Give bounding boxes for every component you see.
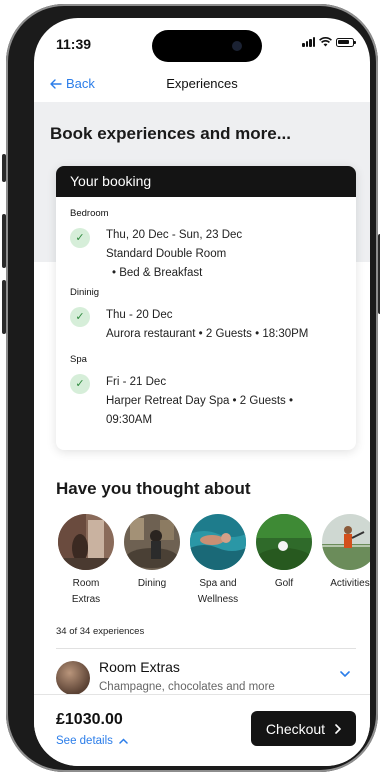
- room-extras-row[interactable]: Room Extras Champagne, chocolates and mo…: [56, 657, 356, 697]
- camera-icon: [232, 41, 242, 51]
- category-label: Room: [72, 578, 100, 589]
- bedroom-room-type: Standard Double Room: [106, 248, 227, 260]
- activities-thumbnail: [322, 514, 370, 570]
- category-label: Dining: [137, 578, 167, 589]
- page-title: Experiences: [166, 76, 238, 91]
- see-details-link[interactable]: See details: [56, 735, 128, 747]
- booking-card-title: Your booking: [56, 166, 356, 197]
- checkout-bar: £1030.00 See details Checkout: [34, 694, 370, 766]
- section-title-suggestions: Have you thought about: [56, 479, 251, 498]
- booking-card: Your booking Bedroom ✓ Thu, 20 Dec - Sun…: [56, 166, 356, 450]
- check-icon: ✓: [70, 374, 90, 394]
- status-icons: [302, 37, 356, 47]
- section-label-bedroom: Bedroom: [70, 208, 109, 219]
- wifi-icon: [319, 37, 332, 47]
- dining-details: Aurora restaurant • 2 Guests • 18:30PM: [106, 328, 309, 340]
- divider: [56, 648, 356, 649]
- room-extras-subtitle: Champagne, chocolates and more: [99, 681, 275, 693]
- spa-time: 09:30AM: [106, 414, 153, 426]
- nav-bar: Back Experiences: [34, 70, 370, 100]
- chevron-right-icon: [335, 723, 342, 734]
- category-label: Extras: [71, 594, 101, 605]
- dining-date: Thu - 20 Dec: [106, 309, 173, 321]
- category-label: Spa and: [199, 578, 237, 589]
- status-time: 11:39: [56, 36, 92, 52]
- mute-switch: [2, 154, 6, 182]
- check-icon: ✓: [70, 307, 90, 327]
- total-price: £1030.00: [56, 711, 123, 728]
- spa-details: Harper Retreat Day Spa • 2 Guests •: [106, 395, 294, 407]
- spa-thumbnail: [190, 514, 246, 570]
- category-room-extras[interactable]: Room Extras: [56, 514, 116, 608]
- category-label: Golf: [274, 578, 294, 589]
- category-label: Activities: [330, 578, 370, 589]
- section-label-spa: Spa: [70, 354, 87, 365]
- bedroom-dates: Thu, 20 Dec - Sun, 23 Dec: [106, 229, 243, 241]
- checkout-label: Checkout: [265, 720, 326, 737]
- category-spa-wellness[interactable]: Spa and Wellness: [188, 514, 248, 608]
- golf-thumbnail: [256, 514, 312, 570]
- section-label-dining: Dininig: [70, 287, 100, 298]
- cellular-signal-icon: [302, 37, 315, 47]
- room-extras-title: Room Extras: [99, 659, 180, 675]
- chevron-down-icon[interactable]: [340, 671, 350, 678]
- room-extras-thumbnail: [58, 514, 114, 570]
- chevron-up-icon: [119, 738, 128, 744]
- category-activities[interactable]: Activities: [320, 514, 370, 592]
- screen: 11:39 Back Experiences Book experiences …: [34, 18, 370, 766]
- category-golf[interactable]: Golf: [254, 514, 314, 592]
- check-icon: ✓: [70, 228, 90, 248]
- volume-up-button: [2, 214, 6, 268]
- category-dining[interactable]: Dining: [122, 514, 182, 592]
- bedroom-board: • Bed & Breakfast: [112, 267, 203, 279]
- dynamic-island: [152, 30, 262, 62]
- experiences-count: 34 of 34 experiences: [56, 626, 145, 637]
- dining-thumbnail: [124, 514, 180, 570]
- volume-down-button: [2, 280, 6, 334]
- checkout-button[interactable]: Checkout: [251, 711, 356, 746]
- see-details-label: See details: [56, 735, 113, 747]
- spa-date: Fri - 21 Dec: [106, 376, 167, 388]
- room-extras-avatar: [56, 661, 90, 695]
- category-carousel: Room Extras Dining Spa and Wellness Golf…: [56, 514, 370, 609]
- headline: Book experiences and more...: [50, 124, 291, 143]
- phone-frame: 11:39 Back Experiences Book experiences …: [2, 4, 380, 772]
- category-label: Wellness: [197, 594, 239, 605]
- battery-icon: [336, 37, 356, 47]
